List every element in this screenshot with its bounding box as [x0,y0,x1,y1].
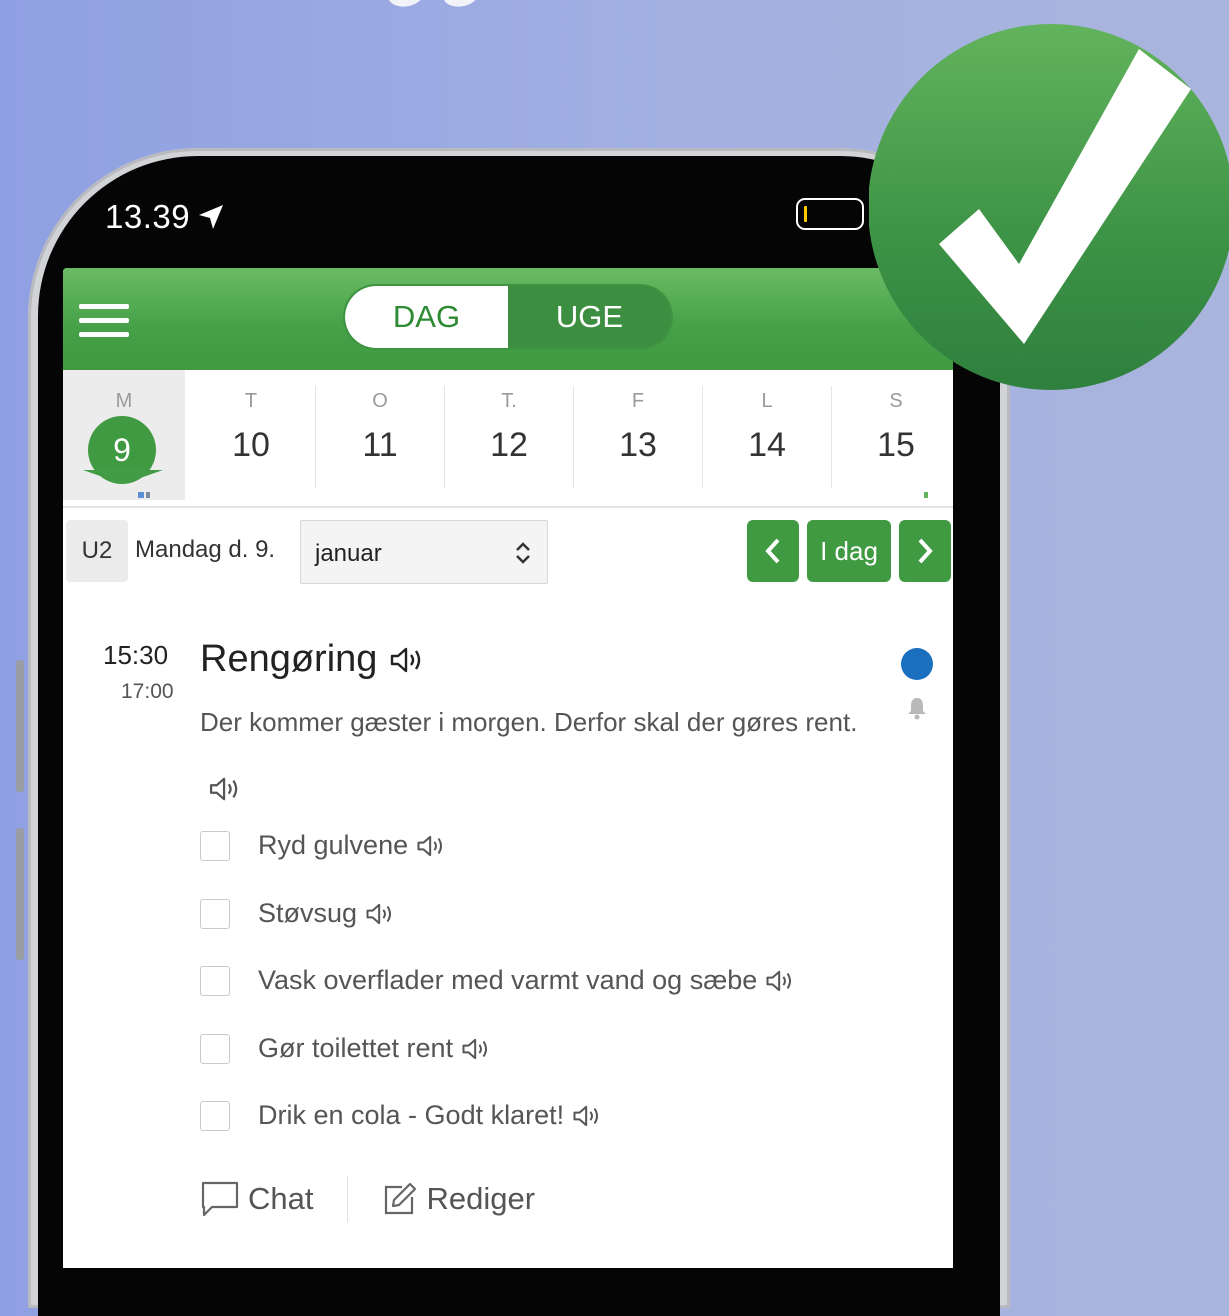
location-arrow-icon [199,205,224,229]
edit-button[interactable]: Rediger [382,1181,535,1217]
previous-day-button[interactable] [747,520,799,582]
checkmark-icon [869,24,1229,390]
speaker-icon[interactable] [365,902,395,926]
chat-label: Chat [248,1181,314,1216]
edit-pencil-icon [385,1182,417,1215]
view-toggle: DAG UGE [345,286,671,348]
day-friday[interactable]: F 13 [574,370,702,500]
action-divider [347,1176,349,1222]
day-letter: M [115,390,133,412]
day-number: 15 [877,426,915,464]
day-thursday[interactable]: T. 12 [445,370,573,500]
subtask-checkbox[interactable] [200,1033,230,1064]
chat-button[interactable]: Chat [200,1180,313,1218]
day-letter: F [631,390,645,412]
day-number: 13 [619,426,657,464]
subtask-item[interactable]: Ryd gulvene [200,830,446,861]
event-indicator [924,492,928,498]
app-screen: DAG UGE M 9 T 10 O 11 T. 12 F 13 L 14 S … [63,268,953,1268]
subtask-item[interactable]: Støvsug [200,898,395,929]
task-status-dot [901,648,933,680]
day-number: 14 [748,426,786,464]
week-number-badge: U2 [66,520,128,582]
selected-day-pointer [83,470,163,484]
week-strip: M 9 T 10 O 11 T. 12 F 13 L 14 S 15 [63,370,953,508]
tab-day[interactable]: DAG [345,286,508,348]
task-start-time: 15:30 [103,640,169,670]
speaker-icon[interactable] [208,776,242,802]
subtask-label: Drik en cola - Godt klaret! [258,1100,565,1130]
task-title: Rengøring [200,638,378,680]
cropped-heading-glyph [389,0,476,7]
speaker-icon[interactable] [572,1104,602,1128]
chevron-left-icon [765,538,780,564]
subtask-checkbox[interactable] [200,965,230,996]
task-description: Der kommer gæster i morgen. Derfor skal … [200,707,858,737]
day-number: 11 [362,426,398,464]
date-label: Mandag d. 9. [135,536,276,563]
month-select-value: januar [315,540,382,567]
battery-level [804,206,807,222]
phone-side-button [16,660,24,792]
event-indicator [138,492,150,498]
day-tuesday[interactable]: T 10 [187,370,315,500]
speaker-icon[interactable] [389,646,425,674]
edit-label: Rediger [426,1181,536,1216]
day-letter: L [761,390,773,412]
today-button[interactable]: I dag [807,520,891,582]
chat-bubble-icon [201,1181,239,1217]
status-time-text: 13.39 [105,198,191,235]
month-select[interactable]: januar [300,520,548,584]
next-day-button[interactable] [899,520,951,582]
phone-side-button [16,828,24,960]
subtask-checkbox[interactable] [200,1100,230,1131]
menu-icon[interactable] [79,304,129,338]
subtask-label: Ryd gulvene [258,830,409,860]
day-wednesday[interactable]: O 11 [316,370,444,500]
speaker-icon[interactable] [416,834,446,858]
speaker-icon[interactable] [765,969,795,993]
day-letter: T. [501,390,517,412]
speaker-icon[interactable] [461,1037,491,1061]
day-saturday[interactable]: L 14 [703,370,831,500]
task-end-time: 17:00 [121,680,174,703]
subtask-label: Vask overflader med varmt vand og sæbe [258,965,758,995]
task-title-row[interactable]: Rengøring [200,638,425,681]
app-header: DAG UGE [63,268,953,370]
day-letter: O [372,390,388,412]
updown-chevron-icon [516,542,530,564]
status-bar-time: 13.39 [105,198,226,236]
day-number: 10 [232,426,270,464]
task-actions: Chat Rediger [200,1176,535,1222]
subtask-item[interactable]: Vask overflader med varmt vand og sæbe [200,965,795,996]
subtask-item[interactable]: Drik en cola - Godt klaret! [200,1100,602,1131]
subtask-item[interactable]: Gør toilettet rent [200,1033,491,1064]
subtask-label: Støvsug [258,898,358,928]
chevron-right-icon [918,538,933,564]
subtask-checkbox[interactable] [200,830,230,861]
day-number: 12 [490,426,528,464]
battery-icon [796,198,864,230]
tab-week[interactable]: UGE [508,286,671,348]
bell-icon[interactable] [906,696,928,720]
subtask-checkbox[interactable] [200,898,230,929]
day-letter: T [244,390,258,412]
subtask-label: Gør toilettet rent [258,1033,454,1063]
